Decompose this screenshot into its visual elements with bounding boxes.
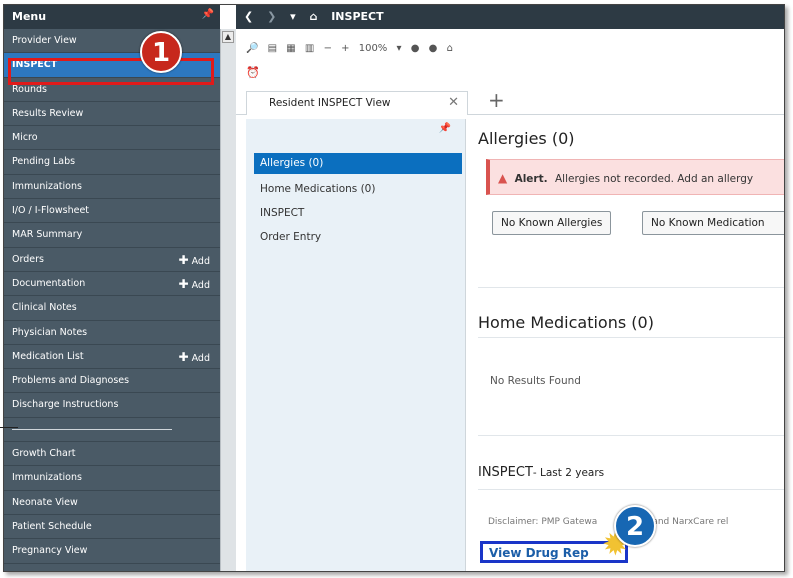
zoom-out-icon[interactable]: − (324, 43, 332, 54)
no-results-text: No Results Found (490, 375, 581, 387)
add-orders-button[interactable]: ✚ Add (179, 253, 210, 267)
menu-item-orders[interactable]: Orders ✚ Add (4, 248, 220, 272)
step-1-badge: 1 (140, 31, 182, 73)
circle-icon-2[interactable]: ● (429, 43, 438, 54)
background-line (0, 427, 18, 428)
no-known-medication-button[interactable]: No Known Medication (642, 211, 784, 235)
home-medications-title: Home Medications (0) (478, 313, 654, 332)
menu-item-discharge-instructions[interactable]: Discharge Instructions (4, 393, 220, 418)
clock-icon[interactable]: ⏰ (246, 66, 260, 79)
home-icon[interactable]: ⌂ (310, 10, 318, 23)
inspect-title: INSPECT- Last 2 years (478, 465, 605, 480)
menu-item-immunizations[interactable]: Immunizations (4, 175, 220, 200)
menu-header: Menu 📌 (4, 5, 220, 29)
menu-item-micro[interactable]: Micro (4, 126, 220, 151)
main-content: Allergies (0) ▲ Alert. Allergies not rec… (468, 117, 784, 571)
dropdown-arrow-icon[interactable]: ▾ (290, 10, 296, 23)
divider (478, 287, 784, 288)
menu-item-neonate-view[interactable]: Neonate View (4, 491, 220, 515)
scroll-up-arrow-icon[interactable]: ▲ (222, 31, 234, 43)
menu-scrollbar[interactable] (220, 29, 236, 571)
inspect-highlight-box (8, 58, 214, 85)
tab-resident-inspect-view[interactable]: Resident INSPECT View ✕ (246, 91, 468, 115)
divider (478, 489, 784, 490)
forward-arrow-icon[interactable]: ❯ (267, 10, 276, 23)
back-arrow-icon[interactable]: ❮ (244, 10, 253, 23)
header-bar: ❮ ❯ ▾ ⌂ INSPECT (236, 5, 784, 29)
divider (478, 337, 784, 338)
toolbar-tools: 🔎 ▤ ▦ ▥ − + 100% ▾ ● ● ⌂ (246, 43, 459, 54)
page-title: INSPECT (331, 10, 384, 23)
page-icon[interactable]: ▦ (286, 43, 295, 54)
menu-item-problems-diagnoses[interactable]: Problems and Diagnoses (4, 369, 220, 394)
circle-icon[interactable]: ● (411, 43, 420, 54)
section-nav: 📌 Allergies (0) Home Medications (0) INS… (246, 119, 466, 571)
add-medication-button[interactable]: ✚ Add (179, 350, 210, 364)
zoom-dropdown-icon[interactable]: ▾ (397, 43, 402, 54)
menu-item-mar-summary[interactable]: MAR Summary (4, 223, 220, 248)
nav-item-home-medications[interactable]: Home Medications (0) (260, 183, 375, 195)
pin-icon[interactable]: 📌 (202, 9, 214, 20)
nav-item-inspect[interactable]: INSPECT (260, 207, 304, 219)
menu-item-physician-notes[interactable]: Physician Notes (4, 321, 220, 345)
warning-icon: ▲ (498, 171, 508, 185)
print-icon[interactable]: ▤ (268, 43, 277, 54)
close-icon[interactable]: ✕ (448, 95, 459, 110)
menu-divider (4, 418, 220, 443)
allergies-title: Allergies (0) (478, 129, 575, 148)
app-window: Menu 📌 Provider View INSPECT Rounds Resu… (3, 4, 785, 572)
menu-item-immunizations-2[interactable]: Immunizations (4, 466, 220, 491)
menu-item-pending-labs[interactable]: Pending Labs (4, 150, 220, 175)
menu-title: Menu (12, 10, 47, 23)
nav-item-order-entry[interactable]: Order Entry (260, 231, 321, 243)
step-2-badge: 2 (614, 505, 656, 547)
menu-item-growth-chart[interactable]: Growth Chart (4, 442, 220, 467)
menu-item-documentation[interactable]: Documentation ✚ Add (4, 272, 220, 297)
house-icon[interactable]: ⌂ (447, 43, 453, 54)
tab-strip: Resident INSPECT View ✕ + (236, 87, 784, 115)
menu-item-results-review[interactable]: Results Review (4, 102, 220, 127)
no-known-allergies-button[interactable]: No Known Allergies (492, 211, 612, 235)
menu-item-provider-view[interactable]: Provider View (4, 29, 220, 54)
menu-item-medication-list[interactable]: Medication List ✚ Add (4, 345, 220, 370)
nav-item-allergies[interactable]: Allergies (0) (254, 153, 462, 174)
divider (478, 435, 784, 436)
menu-item-clinical-notes[interactable]: Clinical Notes (4, 296, 220, 321)
zoom-level[interactable]: 100% (359, 43, 388, 54)
menu-item-pregnancy-view[interactable]: Pregnancy View (4, 539, 220, 564)
pin-icon[interactable]: 📌 (439, 123, 451, 134)
add-documentation-button[interactable]: ✚ Add (179, 277, 210, 291)
toolbar: 🔎 ▤ ▦ ▥ − + 100% ▾ ● ● ⌂ ⏰ (236, 29, 784, 87)
menu-item-io-flowsheet[interactable]: I/O / I-Flowsheet (4, 199, 220, 224)
menu-item-patient-schedule[interactable]: Patient Schedule (4, 515, 220, 540)
add-tab-button[interactable]: + (488, 88, 505, 112)
allergy-alert: ▲ Alert. Allergies not recorded. Add an … (486, 159, 784, 195)
binoculars-icon[interactable]: 🔎 (246, 43, 258, 54)
left-menu: Menu 📌 Provider View INSPECT Rounds Resu… (4, 5, 220, 571)
zoom-in-icon[interactable]: + (341, 43, 349, 54)
page-icon-2[interactable]: ▥ (305, 43, 314, 54)
